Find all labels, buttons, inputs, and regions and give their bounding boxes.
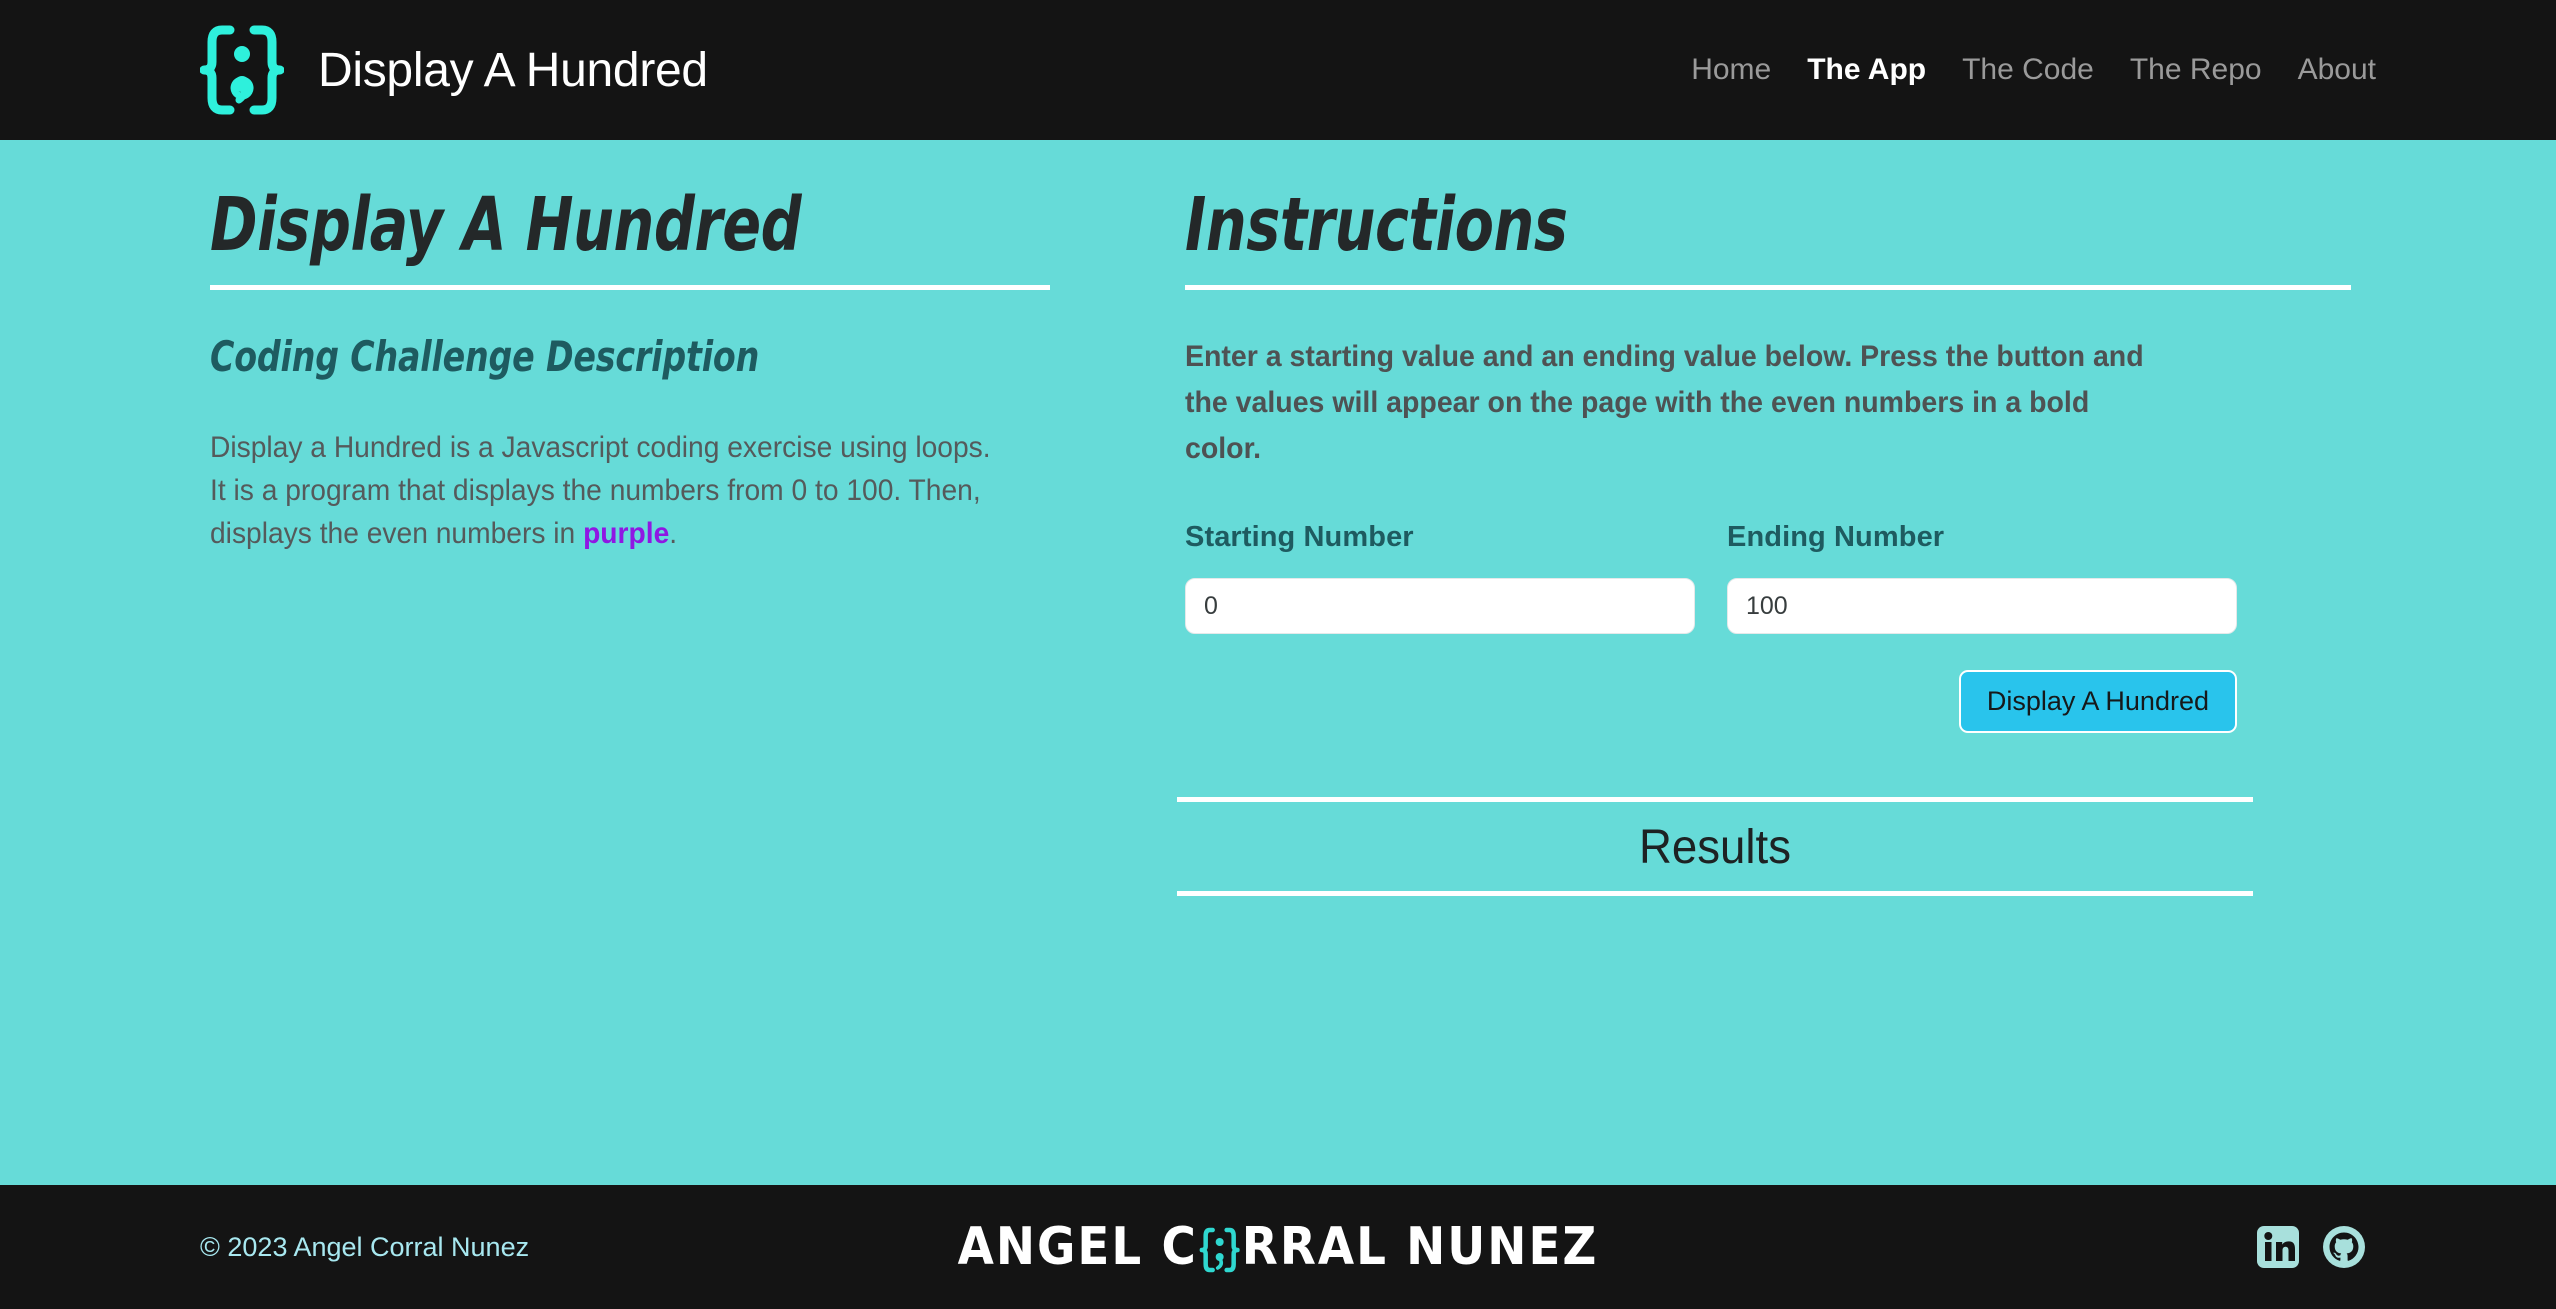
instructions-heading: Instructions bbox=[1185, 182, 1568, 268]
instructions-heading-divider bbox=[1185, 285, 2351, 291]
instructions-panel: Instructions Enter a starting value and … bbox=[1090, 140, 2556, 1185]
challenge-subheading: Coding Challenge Description bbox=[210, 332, 760, 382]
copyright-text: © 2023 Angel Corral Nunez bbox=[200, 1231, 530, 1262]
braces-semicolon-logo-icon bbox=[200, 25, 284, 115]
ending-number-label: Ending Number bbox=[1727, 521, 1945, 554]
results-output bbox=[1177, 896, 2253, 906]
submit-row: Display A Hundred bbox=[1185, 670, 2237, 734]
nav-link-the-app[interactable]: The App bbox=[1807, 53, 1926, 87]
challenge-description-highlight: purple bbox=[583, 516, 670, 550]
main-navigation: Home The App The Code The Repo About bbox=[1691, 53, 2376, 87]
number-range-form: Starting Number Ending Number bbox=[1185, 521, 2351, 635]
ending-number-field-group: Ending Number bbox=[1727, 521, 2237, 635]
linkedin-icon[interactable] bbox=[2256, 1225, 2300, 1269]
display-a-hundred-button[interactable]: Display A Hundred bbox=[1958, 670, 2237, 734]
challenge-description: Display a Hundred is a Javascript coding… bbox=[210, 427, 1000, 555]
challenge-heading: Display A Hundred bbox=[210, 182, 802, 268]
challenge-panel: Display A Hundred Coding Challenge Descr… bbox=[0, 140, 1090, 1185]
challenge-heading-divider bbox=[210, 285, 1050, 291]
brand[interactable]: Display A Hundred bbox=[200, 24, 708, 116]
site-header: Display A Hundred Home The App The Code … bbox=[0, 0, 2556, 140]
starting-number-label: Starting Number bbox=[1185, 521, 1414, 554]
footer-wordmark-part1: ANGEL C bbox=[957, 1217, 1198, 1277]
github-icon[interactable] bbox=[2322, 1225, 2366, 1269]
footer-wordmark-part2: RRAL NUNEZ bbox=[1241, 1217, 1599, 1277]
challenge-description-part2: . bbox=[669, 516, 678, 550]
braces-semicolon-logo-icon bbox=[1199, 1227, 1240, 1273]
social-links bbox=[2256, 1225, 2366, 1269]
results-title: Results bbox=[1638, 821, 1792, 875]
page-title: Display A Hundred bbox=[318, 43, 708, 97]
app-root: Display A Hundred Home The App The Code … bbox=[0, 0, 2556, 1309]
results-section: Results bbox=[1177, 797, 2253, 906]
main-content: Display A Hundred Coding Challenge Descr… bbox=[0, 140, 2556, 1185]
nav-link-about[interactable]: About bbox=[2298, 53, 2376, 87]
starting-number-input[interactable] bbox=[1185, 578, 1695, 635]
starting-number-field-group: Starting Number bbox=[1185, 521, 1695, 635]
nav-link-home[interactable]: Home bbox=[1691, 53, 1771, 87]
footer-wordmark: ANGEL C RRAL NUNEZ bbox=[958, 1217, 1599, 1277]
ending-number-input[interactable] bbox=[1727, 578, 2237, 635]
site-footer: © 2023 Angel Corral Nunez ANGEL C RRAL N… bbox=[0, 1185, 2556, 1309]
instructions-text: Enter a starting value and an ending val… bbox=[1185, 340, 2144, 465]
nav-link-the-repo[interactable]: The Repo bbox=[2130, 53, 2262, 87]
nav-link-the-code[interactable]: The Code bbox=[1962, 53, 2094, 87]
